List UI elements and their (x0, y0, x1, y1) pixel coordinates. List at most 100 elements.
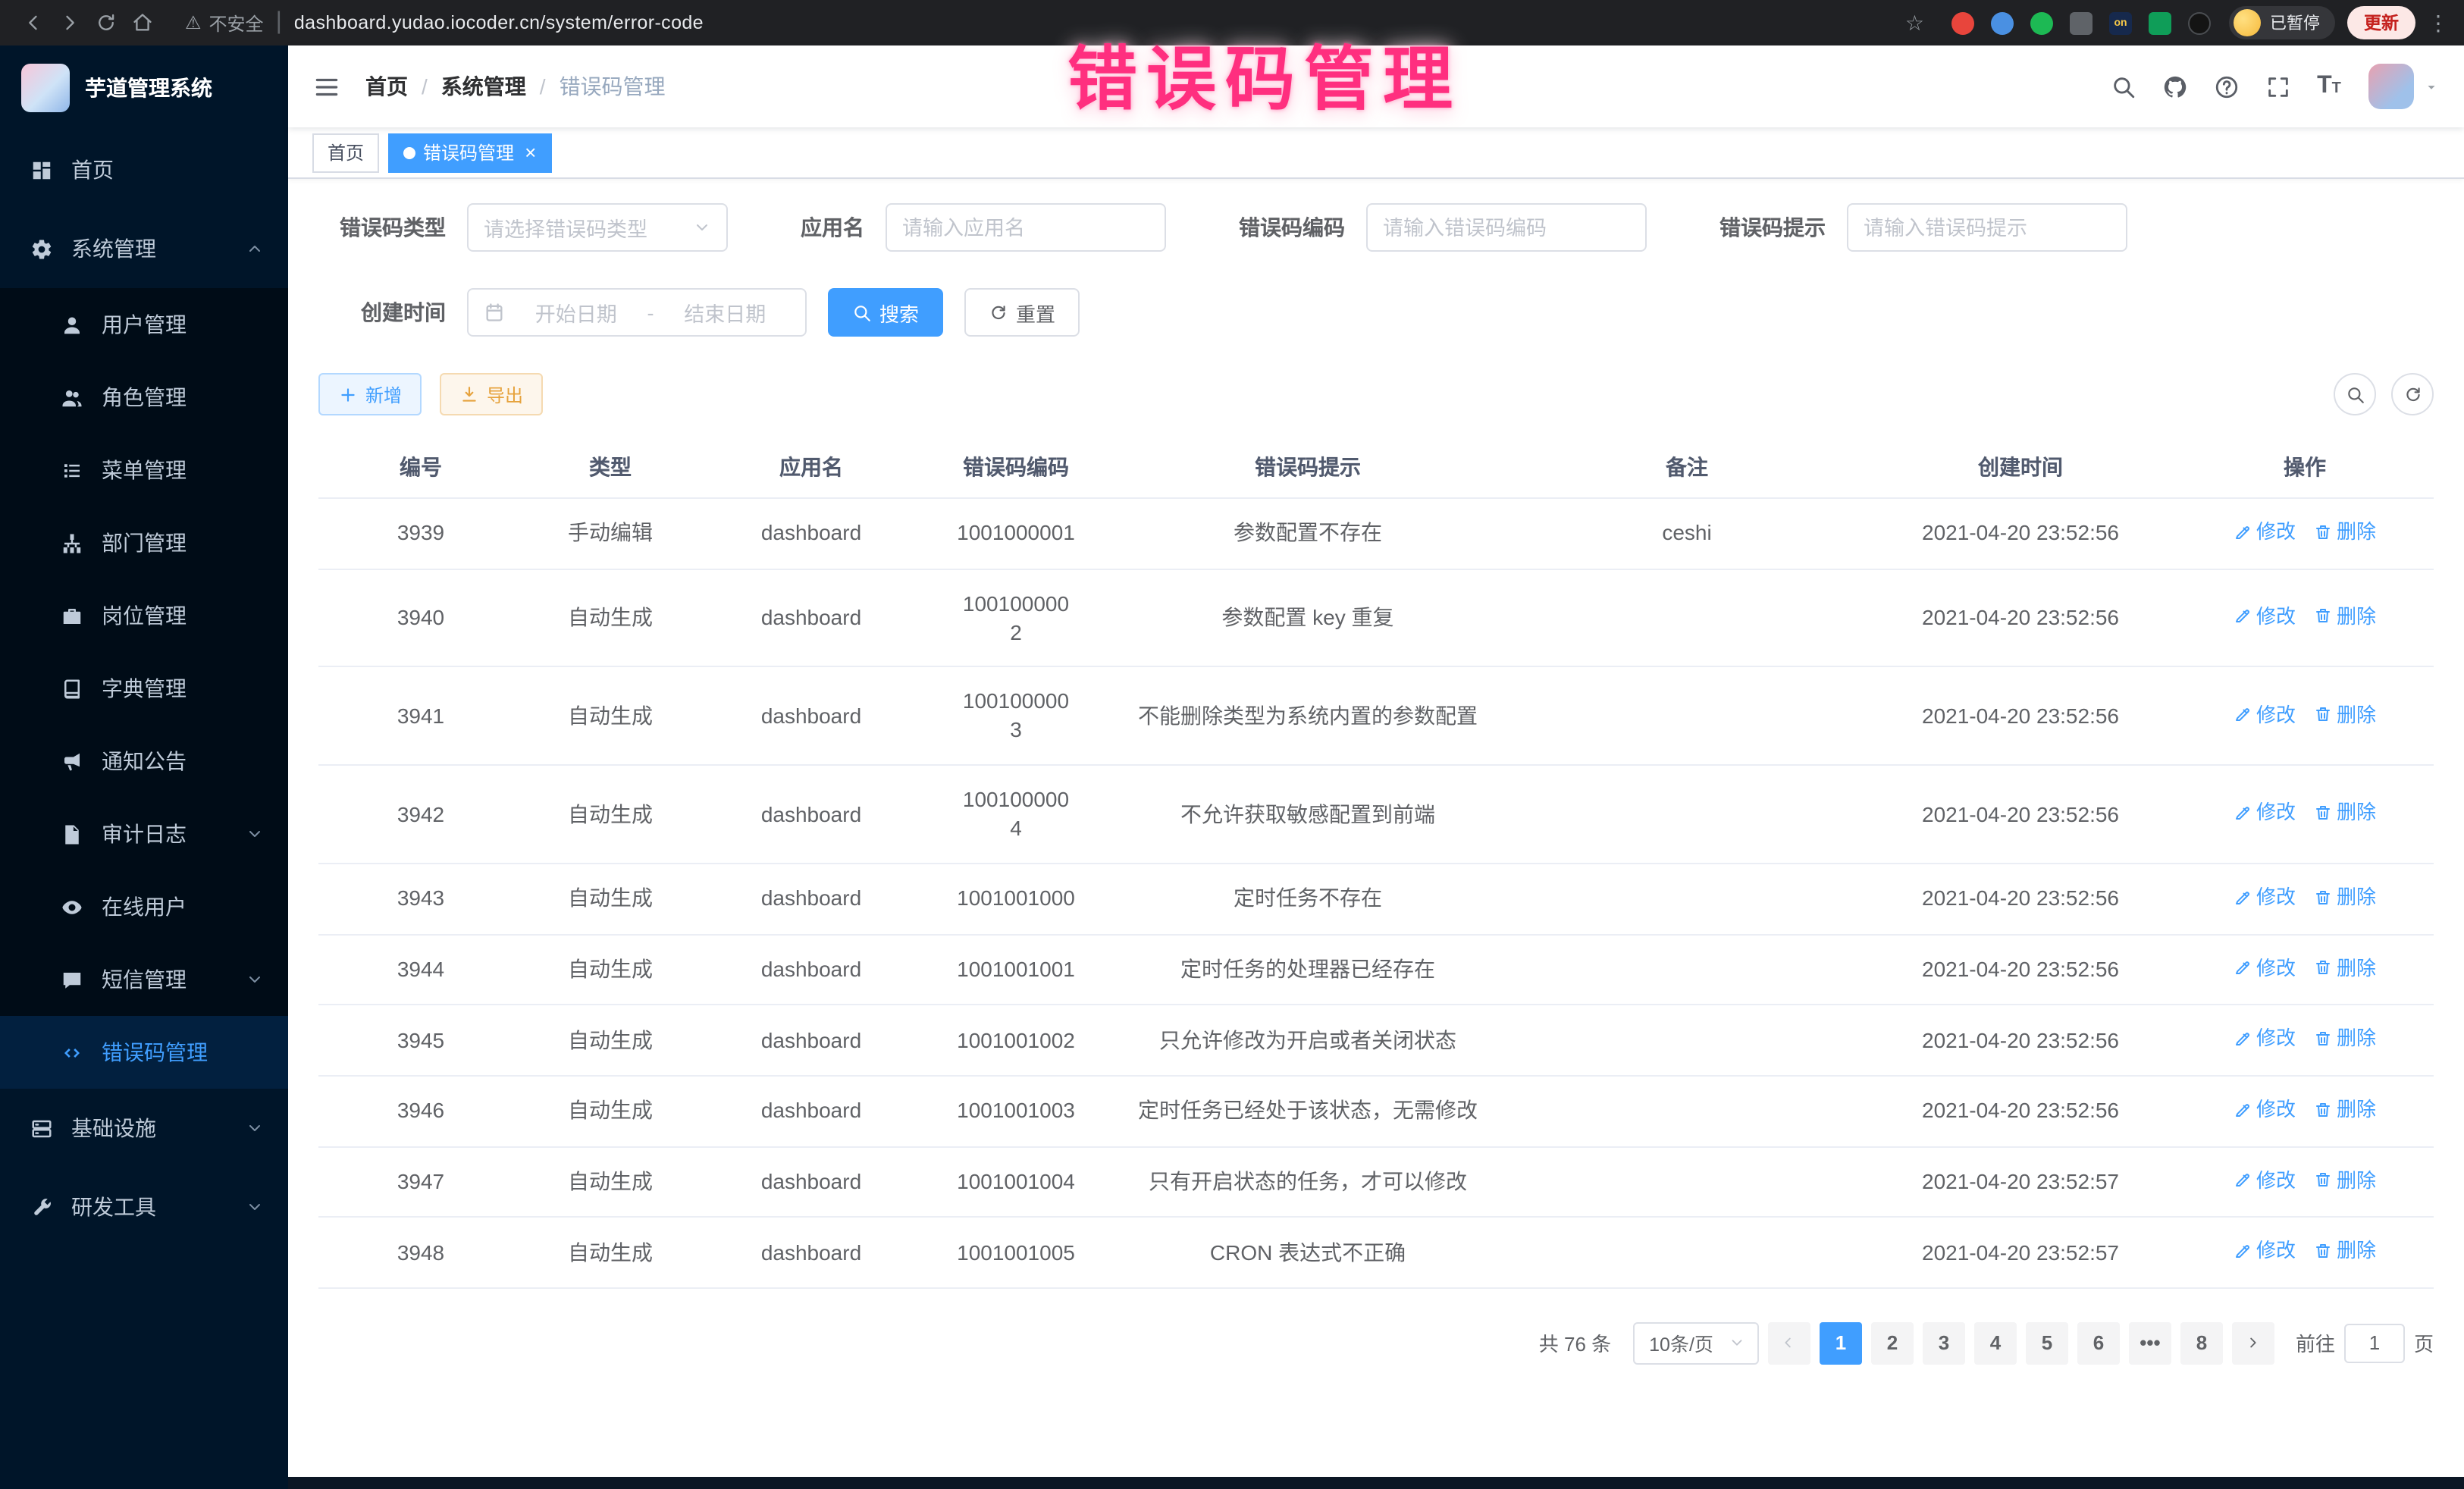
sidebar-item-字典管理[interactable]: 字典管理 (0, 652, 288, 725)
sidebar-item-岗位管理[interactable]: 岗位管理 (0, 579, 288, 652)
edit-link[interactable]: 修改 (2234, 1238, 2296, 1265)
delete-link[interactable]: 删除 (2314, 955, 2376, 981)
page-button-5[interactable]: 5 (2026, 1322, 2068, 1365)
delete-link[interactable]: 删除 (2314, 701, 2376, 728)
delete-link[interactable]: 删除 (2314, 1238, 2376, 1265)
sidebar-item-label: 字典管理 (102, 673, 187, 704)
home-icon[interactable] (124, 5, 161, 41)
error-msg-input[interactable] (1864, 216, 2111, 239)
edit-link[interactable]: 修改 (2234, 800, 2296, 826)
sidebar-item-审计日志[interactable]: 审计日志 (0, 798, 288, 870)
extension-icon[interactable] (2149, 11, 2171, 34)
add-button[interactable]: 新增 (318, 373, 422, 415)
sidebar-item-错误码管理[interactable]: 错误码管理 (0, 1016, 288, 1089)
fullscreen-icon[interactable] (2256, 65, 2299, 108)
extension-icon[interactable] (1951, 11, 1974, 34)
bookmark-star-icon[interactable]: ☆ (1896, 10, 1933, 36)
cell-code: 1001001004 (925, 1146, 1107, 1217)
forward-icon[interactable] (52, 5, 88, 41)
edit-icon (2234, 1242, 2252, 1260)
next-page-button[interactable] (2232, 1322, 2274, 1365)
hamburger-icon[interactable] (312, 72, 341, 101)
delete-link[interactable]: 删除 (2314, 519, 2376, 545)
edit-link[interactable]: 修改 (2234, 1026, 2296, 1052)
extension-icon[interactable] (1991, 11, 2014, 34)
breadcrumb-home[interactable]: 首页 (365, 71, 408, 102)
delete-link[interactable]: 删除 (2314, 603, 2376, 629)
refresh-table-button[interactable] (2391, 373, 2434, 415)
page-size-select[interactable]: 10条/页 (1632, 1322, 1759, 1365)
toggle-search-button[interactable] (2334, 373, 2376, 415)
export-button[interactable]: 导出 (440, 373, 543, 415)
app-name-input[interactable] (902, 216, 1149, 239)
page-button-4[interactable]: 4 (1974, 1322, 2017, 1365)
chevron-down-icon (246, 1198, 264, 1216)
more-pages-button[interactable]: ••• (2129, 1322, 2171, 1365)
browser-menu-icon[interactable]: ⋮ (2428, 10, 2449, 36)
chevron-down-icon (693, 218, 711, 237)
edit-link[interactable]: 修改 (2234, 1096, 2296, 1123)
sidebar-item-首页[interactable]: 首页 (0, 130, 288, 209)
extension-icon[interactable] (2030, 11, 2053, 34)
edit-link[interactable]: 修改 (2234, 1167, 2296, 1193)
extensions-pin-icon[interactable] (2188, 11, 2211, 34)
help-icon[interactable] (2205, 65, 2247, 108)
sidebar-item-短信管理[interactable]: 短信管理 (0, 943, 288, 1016)
chevron-down-icon[interactable] (2423, 78, 2440, 95)
sidebar-item-label: 菜单管理 (102, 455, 187, 485)
tab-label: 错误码管理 (423, 139, 514, 165)
search-button[interactable]: 搜索 (828, 288, 943, 337)
page-button-3[interactable]: 3 (1923, 1322, 1965, 1365)
edit-link[interactable]: 修改 (2234, 884, 2296, 911)
breadcrumb-system[interactable]: 系统管理 (441, 71, 526, 102)
page-button-1[interactable]: 1 (1820, 1322, 1862, 1365)
sidebar-item-研发工具[interactable]: 研发工具 (0, 1168, 288, 1246)
sidebar-item-用户管理[interactable]: 用户管理 (0, 288, 288, 361)
error-type-select[interactable]: 请选择错误码类型 (467, 203, 728, 252)
close-icon[interactable]: × (525, 143, 536, 162)
edit-link[interactable]: 修改 (2234, 701, 2296, 728)
delete-link[interactable]: 删除 (2314, 1026, 2376, 1052)
error-code-input[interactable] (1383, 216, 1630, 239)
back-icon[interactable] (15, 5, 52, 41)
goto-page-input[interactable] (2344, 1324, 2405, 1363)
reload-icon[interactable] (88, 5, 124, 41)
search-icon[interactable] (2102, 65, 2144, 108)
delete-link[interactable]: 删除 (2314, 800, 2376, 826)
edit-link[interactable]: 修改 (2234, 955, 2296, 981)
cell-type: 自动生成 (523, 1005, 698, 1076)
font-size-icon[interactable]: TT (2308, 65, 2350, 108)
extension-icon[interactable] (2070, 11, 2093, 34)
sidebar-item-系统管理[interactable]: 系统管理 (0, 209, 288, 288)
edit-link[interactable]: 修改 (2234, 519, 2296, 545)
app-logo[interactable]: 芋道管理系统 (0, 45, 288, 130)
sidebar-item-在线用户[interactable]: 在线用户 (0, 870, 288, 943)
tab-首页[interactable]: 首页 (312, 133, 379, 172)
table-row: 3943自动生成dashboard1001001000定时任务不存在2021-0… (318, 864, 2434, 934)
browser-update-button[interactable]: 更新 (2347, 6, 2415, 39)
download-icon (459, 384, 479, 404)
sidebar-item-基础设施[interactable]: 基础设施 (0, 1089, 288, 1168)
prev-page-button[interactable] (1768, 1322, 1810, 1365)
user-avatar[interactable] (2368, 64, 2414, 109)
delete-link[interactable]: 删除 (2314, 884, 2376, 911)
edit-link[interactable]: 修改 (2234, 603, 2296, 629)
delete-link[interactable]: 删除 (2314, 1167, 2376, 1193)
github-icon[interactable] (2153, 65, 2196, 108)
reset-button[interactable]: 重置 (964, 288, 1080, 337)
profile-chip[interactable]: 已暂停 (2229, 6, 2335, 39)
page-button-8[interactable]: 8 (2180, 1322, 2223, 1365)
sidebar-item-通知公告[interactable]: 通知公告 (0, 725, 288, 798)
sidebar-item-角色管理[interactable]: 角色管理 (0, 361, 288, 434)
page-button-2[interactable]: 2 (1871, 1322, 1914, 1365)
sidebar-item-菜单管理[interactable]: 菜单管理 (0, 434, 288, 506)
tags-view: 首页 错误码管理 × (288, 127, 2464, 179)
tab-错误码管理[interactable]: 错误码管理 × (388, 133, 551, 172)
sidebar-item-部门管理[interactable]: 部门管理 (0, 506, 288, 579)
site-security-chip[interactable]: ⚠ 不安全 (185, 10, 264, 36)
address-bar[interactable]: dashboard.yudao.iocoder.cn/system/error-… (294, 12, 704, 33)
page-button-6[interactable]: 6 (2077, 1322, 2120, 1365)
date-range-picker[interactable]: 开始日期 - 结束日期 (467, 288, 807, 337)
extension-icon[interactable]: on (2109, 11, 2132, 34)
delete-link[interactable]: 删除 (2314, 1096, 2376, 1123)
